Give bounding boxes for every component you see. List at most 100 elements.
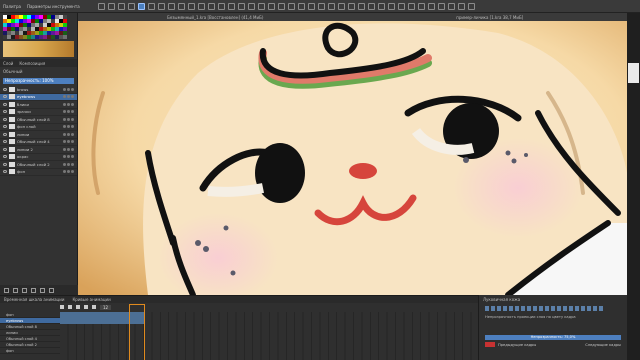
onion-frame-toggle[interactable]	[563, 306, 567, 311]
lock-icon[interactable]	[63, 110, 66, 114]
onion-frame-toggle[interactable]	[527, 306, 531, 311]
onion-icon[interactable]	[71, 102, 74, 106]
fps-field[interactable]: 12	[100, 304, 112, 310]
alpha-icon[interactable]	[67, 95, 70, 99]
tool-button[interactable]	[457, 2, 465, 10]
move-down-icon[interactable]	[22, 287, 27, 293]
tab-composition[interactable]: Композиция	[19, 61, 45, 66]
onion-icon[interactable]	[71, 170, 74, 174]
lock-icon[interactable]	[63, 102, 66, 106]
layer-row[interactable]: Обычный слой 2	[0, 161, 77, 169]
alpha-icon[interactable]	[67, 110, 70, 114]
tool-button[interactable]	[127, 2, 135, 10]
visibility-eye-icon[interactable]	[3, 162, 7, 166]
onion-icon[interactable]	[71, 155, 74, 159]
first-frame-icon[interactable]	[60, 305, 64, 309]
prev-frames-color[interactable]	[485, 342, 495, 347]
onion-frame-toggle[interactable]	[515, 306, 519, 311]
onion-frame-toggle[interactable]	[491, 306, 495, 311]
tool-button[interactable]	[377, 2, 385, 10]
lock-icon[interactable]	[63, 117, 66, 121]
tool-button[interactable]	[187, 2, 195, 10]
visibility-eye-icon[interactable]	[3, 155, 7, 159]
tab-curves[interactable]: Кривые анимации	[72, 297, 110, 302]
layer-row[interactable]: фон слой	[0, 124, 77, 131]
lock-icon[interactable]	[63, 140, 66, 144]
overview-panel[interactable]	[628, 63, 639, 83]
lock-icon[interactable]	[63, 162, 66, 166]
tool-button[interactable]	[157, 2, 165, 10]
lock-icon[interactable]	[63, 95, 66, 99]
tool-button[interactable]	[137, 2, 145, 10]
visibility-eye-icon[interactable]	[3, 147, 7, 151]
alpha-icon[interactable]	[67, 125, 70, 129]
color-selector-strip[interactable]	[3, 41, 74, 57]
play-icon[interactable]	[76, 305, 80, 309]
onion-icon[interactable]	[71, 125, 74, 129]
move-up-icon[interactable]	[31, 287, 36, 293]
onion-frame-toggle[interactable]	[503, 306, 507, 311]
visibility-eye-icon[interactable]	[3, 125, 7, 129]
frame-grid[interactable]	[60, 304, 478, 360]
onion-frame-toggle[interactable]	[485, 306, 489, 311]
tool-button[interactable]	[197, 2, 205, 10]
properties-icon[interactable]	[40, 287, 45, 293]
layer-row[interactable]: brows	[0, 86, 77, 94]
tool-button[interactable]	[297, 2, 305, 10]
onion-skin-bars[interactable]	[479, 304, 627, 313]
add-layer-icon[interactable]	[4, 287, 9, 293]
alpha-icon[interactable]	[67, 162, 70, 166]
delete-layer-icon[interactable]	[49, 287, 54, 293]
tab-layers[interactable]: Слой	[3, 61, 13, 66]
tool-button[interactable]	[437, 2, 445, 10]
doc-tab-1[interactable]: Безымянный_1.kra [Восстановлен] (41,4 Ми…	[78, 15, 353, 20]
tool-button[interactable]	[417, 2, 425, 10]
layer-row[interactable]: зрачки	[0, 109, 77, 116]
onion-frame-toggle[interactable]	[533, 306, 537, 311]
onion-frame-toggle[interactable]	[569, 306, 573, 311]
lock-icon[interactable]	[63, 87, 66, 91]
tool-button[interactable]	[387, 2, 395, 10]
tool-button[interactable]	[357, 2, 365, 10]
onion-frame-toggle[interactable]	[497, 306, 501, 311]
onion-frame-toggle[interactable]	[599, 306, 603, 311]
alpha-icon[interactable]	[67, 140, 70, 144]
onion-frame-toggle[interactable]	[539, 306, 543, 311]
alpha-icon[interactable]	[67, 87, 70, 91]
tool-button[interactable]	[237, 2, 245, 10]
tool-button[interactable]	[227, 2, 235, 10]
tool-button[interactable]	[467, 2, 475, 10]
lock-icon[interactable]	[63, 170, 66, 174]
onion-icon[interactable]	[71, 162, 74, 166]
layer-row[interactable]: Обычный слой 8	[0, 116, 77, 124]
onion-icon[interactable]	[71, 87, 74, 91]
color-palette[interactable]	[3, 15, 67, 39]
tool-button[interactable]	[167, 2, 175, 10]
onion-frame-toggle[interactable]	[551, 306, 555, 311]
tool-button[interactable]	[247, 2, 255, 10]
layer-opacity-slider[interactable]: Непрозрачность: 100%	[3, 78, 74, 84]
onion-icon[interactable]	[71, 147, 74, 151]
onion-icon[interactable]	[71, 110, 74, 114]
tool-button[interactable]	[277, 2, 285, 10]
layer-row[interactable]: eyebrows	[0, 93, 77, 101]
tool-button[interactable]	[327, 2, 335, 10]
tool-button[interactable]	[307, 2, 315, 10]
tool-button[interactable]	[217, 2, 225, 10]
onion-frame-toggle[interactable]	[509, 306, 513, 311]
palette-tab[interactable]: Палитра	[3, 4, 21, 9]
visibility-eye-icon[interactable]	[3, 87, 7, 91]
layer-row[interactable]: блики	[0, 101, 77, 109]
tool-button[interactable]	[397, 2, 405, 10]
visibility-eye-icon[interactable]	[3, 132, 7, 136]
tool-button[interactable]	[267, 2, 275, 10]
tool-button[interactable]	[147, 2, 155, 10]
tool-button[interactable]	[207, 2, 215, 10]
alpha-icon[interactable]	[67, 132, 70, 136]
onion-frame-toggle[interactable]	[557, 306, 561, 311]
tool-button[interactable]	[257, 2, 265, 10]
playhead[interactable]	[129, 304, 145, 360]
visibility-eye-icon[interactable]	[3, 110, 7, 114]
tool-button[interactable]	[427, 2, 435, 10]
blend-mode-select[interactable]: Обычный	[0, 67, 77, 76]
